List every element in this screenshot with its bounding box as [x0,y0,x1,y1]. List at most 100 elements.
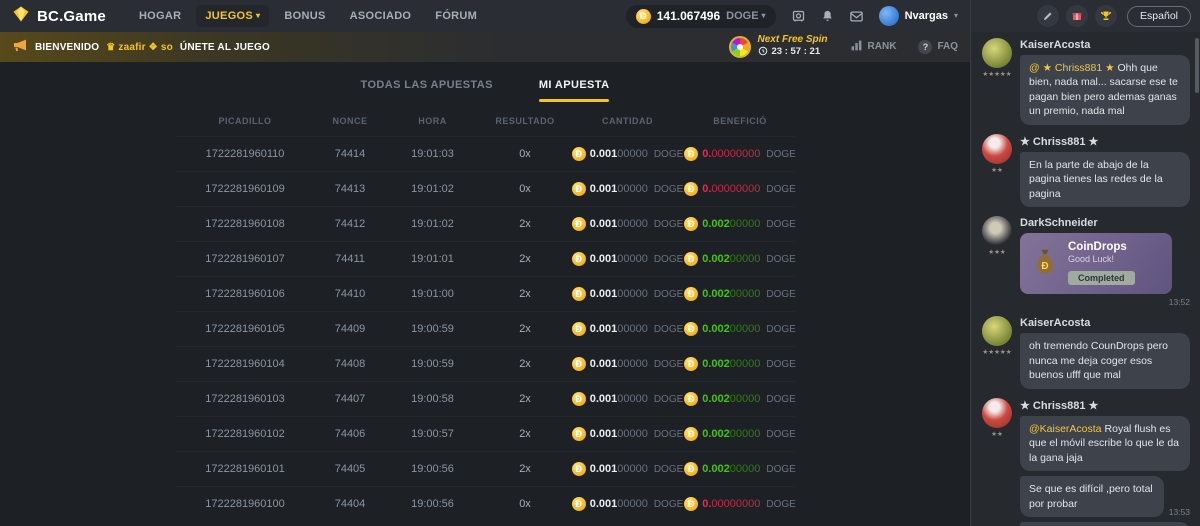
avatar[interactable] [982,316,1012,346]
mention[interactable]: @ ★ Chriss881 ★ [1029,62,1115,74]
bet-row[interactable]: 1722281960104 74408 19:00:59 2x Ð 0.0010… [175,346,795,381]
free-spin-countdown: 23 : 57 : 21 [772,47,821,58]
chat-bubble: Jugué todo el día al crash y ya me canso… [1020,522,1190,526]
bet-row[interactable]: 1722281960105 74409 19:00:59 2x Ð 0.0010… [175,311,795,346]
user-avatar [879,6,899,26]
avatar[interactable] [982,134,1012,164]
bet-nonce: 74407 [315,393,385,405]
doge-coin-icon: Ð [684,287,698,301]
doge-coin-icon: Ð [572,497,586,511]
bet-result: 2x [480,428,570,440]
coindrops-title: CoinDrops [1068,241,1135,253]
chat-username[interactable]: KaiserAcosta [1020,317,1190,329]
bell-icon[interactable] [820,9,835,24]
chat-username[interactable]: DarkSchneider [1020,217,1190,229]
vault-icon[interactable] [791,9,806,24]
balance-amount: 141.067496 [657,9,720,23]
chat-scrollbar[interactable] [1195,38,1199,93]
chat-text: oh tremendo CounDrops pero nunca me deja… [1029,340,1168,381]
nav-juegos[interactable]: JUEGOS▾ [196,5,269,27]
user-menu[interactable]: Nvargas ▾ [879,6,958,26]
bet-profit: Ð 0.00000000 DOGE [685,147,795,161]
nav-hogar[interactable]: HOGAR [130,5,190,27]
gem-icon [12,5,30,28]
bet-row[interactable]: 1722281960103 74407 19:00:58 2x Ð 0.0010… [175,381,795,416]
bet-amount: Ð 0.00100000 DOGE [570,392,685,406]
bet-row[interactable]: 1722281960107 74411 19:01:01 2x Ð 0.0010… [175,241,795,276]
bcgame-logo[interactable]: BC.Game [12,5,106,28]
mention[interactable]: @KaiserAcosta [1029,423,1102,435]
bet-time: 19:01:02 [385,218,480,230]
bet-amount: Ð 0.00100000 DOGE [570,427,685,441]
bet-time: 19:00:59 [385,358,480,370]
coindrops-card[interactable]: Ð CoinDrops Good Luck! Completed [1020,233,1172,294]
bet-profit: Ð 0.00000000 DOGE [685,182,795,196]
faq-link[interactable]: ? FAQ [918,40,958,54]
bet-nonce: 74411 [315,253,385,265]
free-spin-widget[interactable]: Next Free Spin 23 : 57 : 21 [729,34,828,59]
gift-icon[interactable] [1066,5,1088,27]
bet-row[interactable]: 1722281960108 74412 19:01:02 2x Ð 0.0010… [175,206,795,241]
bet-result: 2x [480,288,570,300]
bet-row[interactable]: 1722281960106 74410 19:01:00 2x Ð 0.0010… [175,276,795,311]
chat-messages: ★★★★★ KaiserAcosta @ ★ Chriss881 ★Ohh qu… [971,32,1200,526]
rank-link[interactable]: RANK [850,39,897,55]
bet-result: 0x [480,183,570,195]
chevron-down-icon: ▾ [762,12,766,20]
bet-profit: Ð 0.00200000 DOGE [685,427,795,441]
doge-coin-icon: Ð [684,322,698,336]
nav-forum[interactable]: FÓRUM [426,5,486,27]
bet-profit: Ð 0.00200000 DOGE [685,392,795,406]
trophy-icon[interactable] [1095,5,1117,27]
bet-profit: Ð 0.00000000 DOGE [685,497,795,511]
doge-coin-icon: Ð [684,427,698,441]
bet-nonce: 74412 [315,218,385,230]
chat-username[interactable]: ★ Chriss881 ★ [1020,135,1190,148]
bet-amount: Ð 0.00100000 DOGE [570,147,685,161]
coindrops-completed-button[interactable]: Completed [1068,271,1135,285]
welcome-username[interactable]: ♛ zaafir ❖ so [106,42,173,53]
bets-tabs: TODAS LAS APUESTAS MI APUESTA [0,62,970,102]
bet-result: 2x [480,358,570,370]
app-root: BC.Game HOGAR JUEGOS▾ BONUS ASOCIADO FÓR… [0,0,1200,526]
bet-row[interactable]: 1722281960102 74406 19:00:57 2x Ð 0.0010… [175,416,795,451]
bet-time: 19:01:00 [385,288,480,300]
avatar[interactable] [982,38,1012,68]
bet-amount: Ð 0.00100000 DOGE [570,462,685,476]
prize-wheel-icon [729,36,751,58]
mail-icon[interactable] [849,9,864,24]
bet-amount: Ð 0.00100000 DOGE [570,497,685,511]
avatar[interactable] [982,398,1012,428]
edit-icon[interactable] [1037,5,1059,27]
tab-todas-las-apuestas[interactable]: TODAS LAS APUESTAS [361,79,493,102]
nav-asociado[interactable]: ASOCIADO [341,5,421,27]
doge-coin-icon: Ð [684,462,698,476]
bet-hash: 1722281960110 [175,148,315,160]
balance-selector[interactable]: Ð 141.067496 DOGE▾ [626,5,776,28]
bet-amount: Ð 0.00100000 DOGE [570,217,685,231]
doge-coin-icon: Ð [572,392,586,406]
bet-nonce: 74405 [315,463,385,475]
chat-username[interactable]: KaiserAcosta [1020,39,1190,51]
tab-mi-apuesta[interactable]: MI APUESTA [539,79,610,102]
profit-currency: DOGE [766,184,795,195]
bet-row[interactable]: 1722281960100 74404 19:00:56 0x Ð 0.0010… [175,486,795,521]
free-spin-label: Next Free Spin [758,34,828,46]
chat-username[interactable]: ★ Chriss881 ★ [1020,399,1190,412]
nav-bonus[interactable]: BONUS [275,5,334,27]
language-button[interactable]: Español [1127,6,1191,27]
amount-currency: DOGE [654,254,683,265]
bet-row[interactable]: 1722281960110 74414 19:01:03 0x Ð 0.0010… [175,136,795,171]
bet-hash: 1722281960100 [175,498,315,510]
col-cantidad: CANTIDAD [570,116,685,126]
col-nonce: NONCE [315,116,385,126]
rank-chart-icon [850,39,863,55]
balance-currency: DOGE [726,10,758,22]
bet-row[interactable]: 1722281960101 74405 19:00:56 2x Ð 0.0010… [175,451,795,486]
message-time: 13:53 [1169,507,1190,517]
doge-coin-icon: Ð [572,322,586,336]
bet-amount: Ð 0.00100000 DOGE [570,322,685,336]
bet-hash: 1722281960104 [175,358,315,370]
bet-row[interactable]: 1722281960109 74413 19:01:02 0x Ð 0.0010… [175,171,795,206]
avatar[interactable] [982,216,1012,246]
